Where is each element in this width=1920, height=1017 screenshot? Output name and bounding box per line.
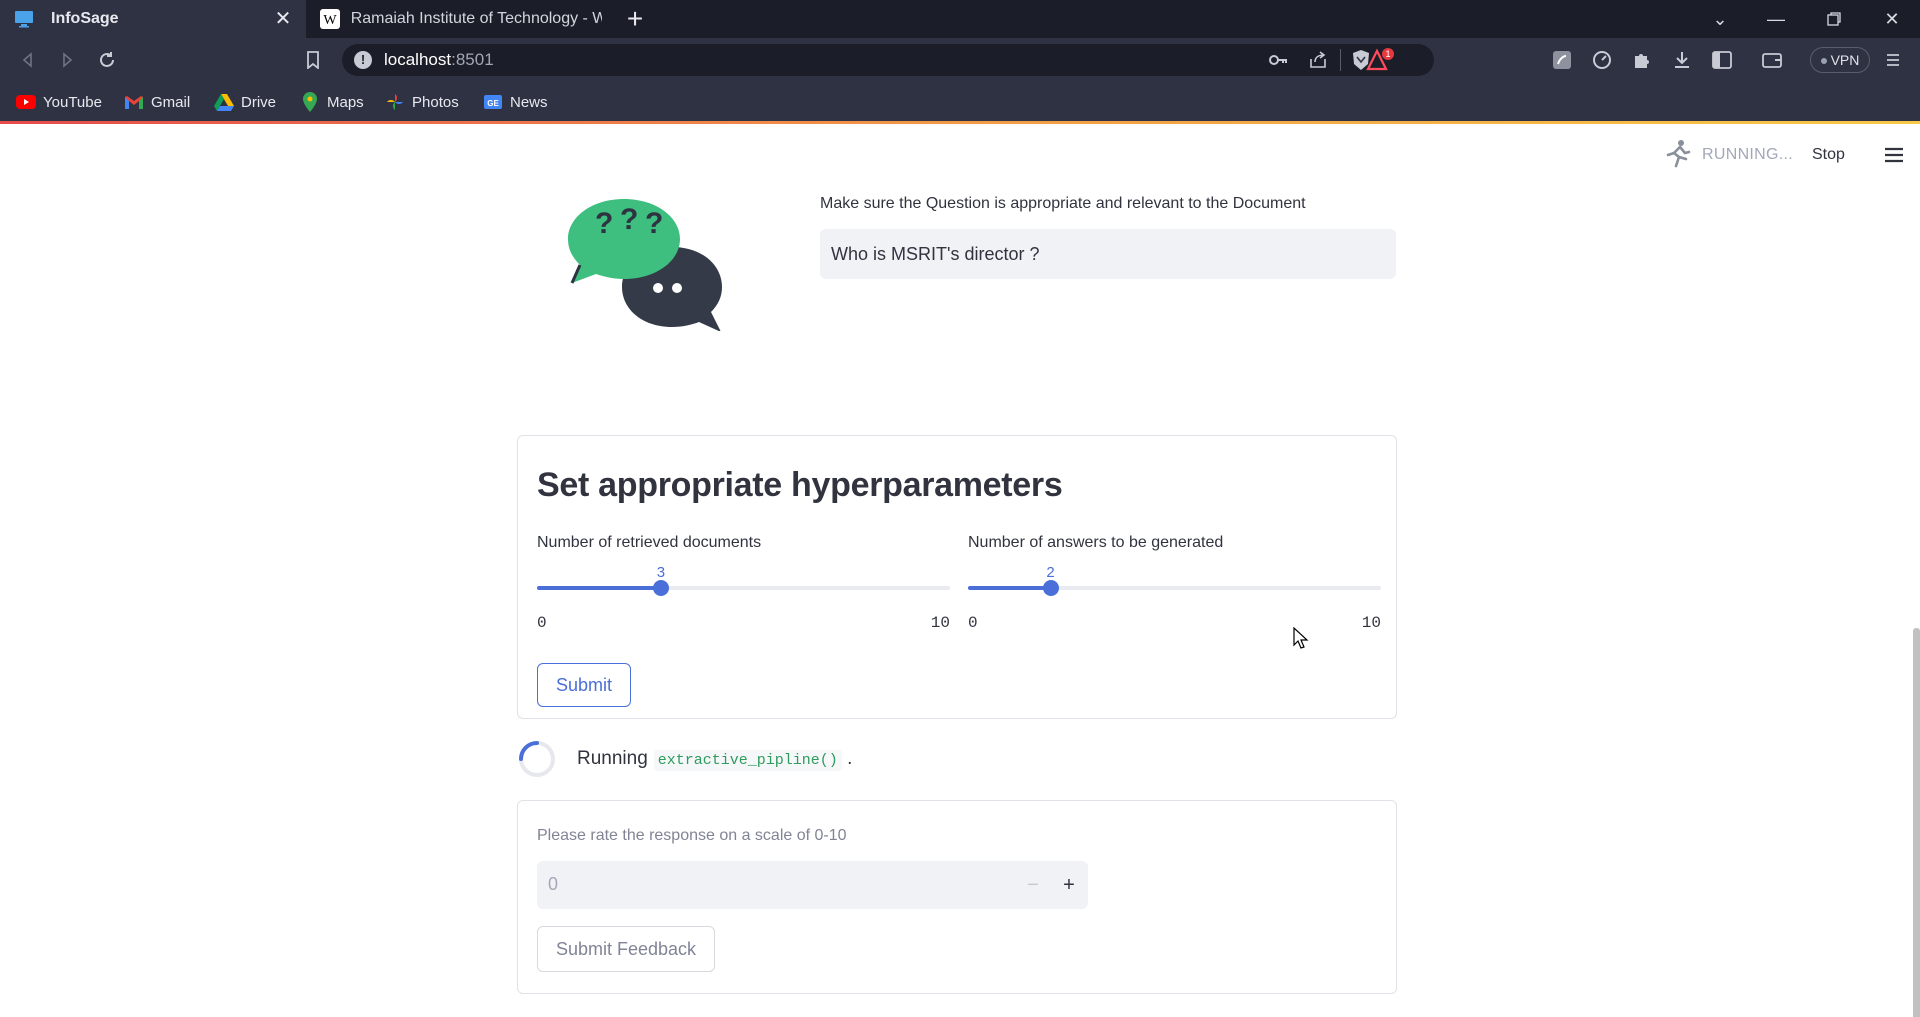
maps-icon [300,92,320,112]
svg-text:1: 1 [1385,49,1390,59]
puzzle-icon[interactable] [1626,44,1658,76]
photos-icon [385,93,405,111]
rating-value[interactable]: 0 [548,874,558,895]
slider-value: 3 [656,564,666,581]
feedback-form: Please rate the response on a scale of 0… [517,800,1397,994]
slider-min: 0 [968,614,978,632]
svg-text:?: ? [645,207,663,240]
close-window-button[interactable]: ✕ [1864,0,1920,38]
browser-toolbar: ! localhost:8501 1 VPN [0,38,1920,81]
function-name: extractive_pipline() [653,750,842,771]
slider-min: 0 [537,614,547,632]
slider-max: 10 [1361,614,1381,632]
brave-rewards-icon[interactable]: 1 [1366,47,1396,78]
wikipedia-icon: W [319,8,341,30]
increment-button[interactable]: + [1055,871,1083,899]
restore-button[interactable] [1806,0,1862,38]
decrement-button[interactable]: − [1019,871,1047,899]
share-icon[interactable] [1308,50,1328,75]
question-input[interactable]: Who is MSRIT's director ? [820,229,1396,279]
loading-spinner-icon [518,740,556,778]
gmail-icon [124,93,144,111]
slider-max: 10 [930,614,950,632]
question-label: Make sure the Question is appropriate an… [820,195,1306,212]
sidebar-icon[interactable] [1706,44,1738,76]
chat-bubbles-logo: ? ? ? [562,195,752,332]
monitor-icon [13,8,35,30]
page-scrollbar[interactable] [1913,628,1920,1017]
hyperparameters-form: Set appropriate hyperparameters Number o… [517,435,1397,719]
bookmark-gmail[interactable]: Gmail [124,91,190,113]
form-title: Set appropriate hyperparameters [537,466,1063,504]
browser-menu-icon[interactable] [1877,44,1909,76]
mouse-cursor-icon [1293,626,1309,649]
submit-button[interactable]: Submit [537,663,631,707]
status-widget: RUNNING... Stop [1650,127,1920,182]
bookmark-photos[interactable]: Photos [385,91,459,113]
address-divider [1340,49,1341,71]
slider-thumb[interactable] [1042,580,1059,596]
news-icon: GE [483,93,503,111]
reload-icon[interactable] [91,44,123,76]
slider-fill [537,586,661,590]
running-message: Running extractive_pipline() . [577,748,853,771]
rating-number-input[interactable]: 0 − + [537,861,1088,909]
speedometer-icon[interactable] [1586,44,1618,76]
tab-title: InfoSage [51,10,119,27]
bookmark-icon[interactable] [297,44,329,76]
hamburger-menu-icon[interactable] [1882,143,1906,167]
wallet-icon[interactable] [1756,44,1788,76]
bookmark-youtube[interactable]: YouTube [16,91,102,113]
tab-infosage[interactable]: InfoSage ✕ [0,0,306,38]
slider-fill [968,586,1051,590]
bookmarks-bar: YouTube Gmail Drive Maps Photos GE News [0,81,1920,124]
forward-icon[interactable] [51,44,83,76]
running-status: RUNNING... [1702,146,1793,163]
svg-text:?: ? [620,203,638,236]
rating-label: Please rate the response on a scale of 0… [537,827,847,844]
slider-value: 2 [1046,564,1055,581]
url-text: localhost:8501 [384,50,494,69]
streamlit-app: RUNNING... Stop ? ? ? Make sure the Ques… [0,127,1920,1017]
tab-title: Ramaiah Institute of Technology - Wik [350,10,602,27]
address-bar[interactable]: ! localhost:8501 1 [342,44,1434,76]
bookmark-drive[interactable]: Drive [214,91,276,113]
key-icon[interactable] [1268,50,1288,75]
vpn-button[interactable]: VPN [1810,47,1870,73]
svg-text:?: ? [595,207,613,240]
svg-text:W: W [323,13,337,28]
site-info-icon[interactable]: ! [354,51,372,69]
submit-feedback-button[interactable]: Submit Feedback [537,926,715,972]
bookmark-maps[interactable]: Maps [300,91,364,113]
drive-icon [214,93,234,111]
download-icon[interactable] [1666,44,1698,76]
youtube-icon [16,93,36,111]
stop-button[interactable]: Stop [1812,146,1845,164]
running-man-icon [1662,139,1692,169]
retrieved-documents-slider[interactable]: Number of retrieved documents 3 0 10 [537,534,950,632]
extension-icon[interactable] [1546,44,1578,76]
vpn-status-dot [1820,58,1827,65]
back-icon[interactable] [12,44,44,76]
slider-label: Number of answers to be generated [968,534,1224,551]
slider-label: Number of retrieved documents [537,534,762,551]
tab-ramaiah-wikipedia[interactable]: W Ramaiah Institute of Technology - Wik [306,0,602,38]
answers-generated-slider[interactable]: Number of answers to be generated 2 0 10 [968,534,1381,632]
bookmark-news[interactable]: GE News [483,91,548,113]
close-tab-icon[interactable]: ✕ [272,8,294,30]
tab-search-icon[interactable]: ⌄ [1692,0,1748,38]
minimize-button[interactable]: — [1748,0,1804,38]
new-tab-button[interactable]: + [620,4,650,34]
browser-tab-bar: InfoSage ✕ W Ramaiah Institute of Techno… [0,0,1920,38]
svg-text:GE: GE [487,99,499,108]
slider-thumb[interactable] [652,580,669,596]
